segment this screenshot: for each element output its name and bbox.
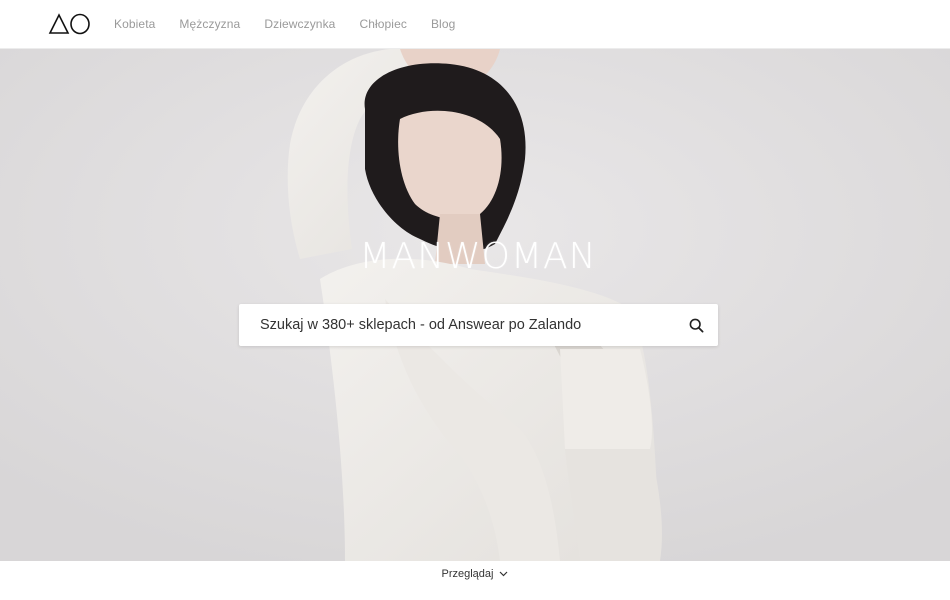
search-icon: [689, 318, 704, 333]
nav-item-chlopiec[interactable]: Chłopiec: [359, 17, 407, 31]
chevron-down-icon: [499, 571, 508, 577]
brand-wordmark: MANWOMAN: [359, 236, 597, 277]
nav-item-dziewczynka[interactable]: Dziewczynka: [264, 17, 335, 31]
nav-item-blog[interactable]: Blog: [431, 17, 455, 31]
main-nav: Kobieta Mężczyzna Dziewczynka Chłopiec B…: [114, 17, 479, 31]
hero-banner: MANWOMAN: [0, 49, 950, 561]
browse-label: Przeglądaj: [441, 568, 494, 580]
logo-icon: [48, 13, 90, 35]
search-input[interactable]: [239, 304, 674, 346]
site-header: Kobieta Mężczyzna Dziewczynka Chłopiec B…: [0, 0, 950, 49]
logo[interactable]: [48, 12, 92, 36]
browse-button[interactable]: Przeglądaj: [442, 568, 509, 580]
search-button[interactable]: [674, 304, 718, 346]
search-box: [239, 304, 718, 346]
nav-item-kobieta[interactable]: Kobieta: [114, 17, 155, 31]
nav-item-mezczyzna[interactable]: Mężczyzna: [179, 17, 240, 31]
browse-bar: Przeglądaj: [0, 561, 950, 600]
